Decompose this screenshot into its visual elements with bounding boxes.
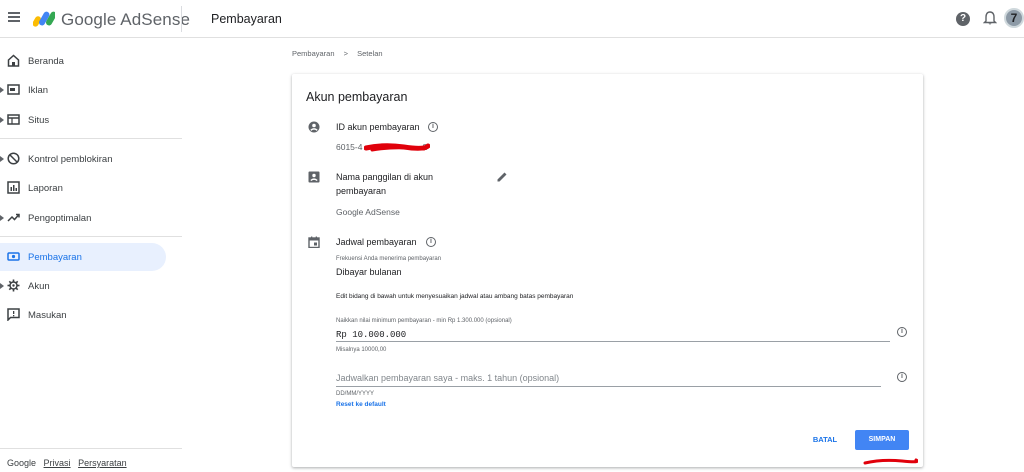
feedback-icon: [7, 308, 20, 321]
ads-icon: [7, 84, 20, 95]
sidebar-item-label: Pengoptimalan: [28, 212, 92, 224]
terms-link[interactable]: Persyaratan: [78, 458, 127, 468]
breadcrumb-separator: >: [343, 49, 349, 58]
schedule-instructions: Edit bidang di bawah untuk menyesuaikan …: [336, 293, 574, 300]
sidebar-item-label: Beranda: [28, 55, 64, 67]
sites-icon: [7, 114, 20, 125]
expand-caret-icon: [0, 156, 4, 162]
sidebar-item-label: Kontrol pemblokiran: [28, 153, 113, 165]
adsense-logo: [33, 11, 55, 27]
sidebar-item-beranda[interactable]: Beranda: [0, 47, 166, 75]
sidebar-item-label: Masukan: [28, 309, 67, 321]
annotation-underline: [863, 458, 918, 465]
sidebar: Beranda Iklan Situs Kontrol pemblokiran …: [0, 38, 182, 472]
account-id-label: ID akun pembayaran: [336, 122, 420, 132]
frequency-value: Dibayar bulanan: [336, 267, 402, 277]
home-icon: [7, 54, 20, 67]
expand-caret-icon: [0, 283, 4, 289]
sidebar-item-kontrol-pemblokiran[interactable]: Kontrol pemblokiran: [0, 145, 166, 173]
footer-google: Google: [7, 458, 37, 468]
nickname-label: Nama panggilan di akun pembayaran: [336, 170, 433, 198]
top-app-bar: Google AdSense Pembayaran ? 7: [0, 0, 1024, 38]
nickname-label-line1: Nama panggilan di akun: [336, 172, 434, 182]
info-icon[interactable]: i: [897, 327, 907, 337]
sidebar-divider: [0, 236, 182, 237]
sidebar-item-label: Laporan: [28, 182, 63, 194]
sidebar-item-situs[interactable]: Situs: [0, 106, 166, 134]
avatar[interactable]: 7: [1004, 8, 1024, 28]
sidebar-item-label: Iklan: [28, 84, 49, 96]
expand-caret-icon: [0, 87, 4, 93]
account-circle-icon: [308, 121, 320, 133]
sidebar-item-akun[interactable]: Akun: [0, 272, 166, 300]
expand-caret-icon: [0, 215, 4, 221]
reports-icon: [7, 181, 20, 194]
sidebar-item-pengoptimalan[interactable]: Pengoptimalan: [0, 204, 166, 232]
sidebar-item-masukan[interactable]: Masukan: [0, 301, 166, 329]
card-title: Akun pembayaran: [306, 90, 408, 104]
nickname-value: Google AdSense: [336, 207, 400, 217]
menu-icon[interactable]: [8, 12, 20, 22]
header-divider: [181, 6, 182, 32]
payments-icon: [7, 252, 20, 261]
sidebar-item-iklan[interactable]: Iklan: [0, 76, 166, 104]
privacy-link[interactable]: Privasi: [44, 458, 71, 468]
bell-icon[interactable]: [983, 11, 997, 26]
pencil-icon[interactable]: [496, 171, 508, 183]
frequency-label: Frekuensi Anda menerima pembayaran: [336, 256, 442, 262]
info-icon[interactable]: i: [428, 122, 438, 132]
optimization-icon: [7, 213, 20, 222]
threshold-hint: Misalnya 10000,00: [336, 347, 387, 353]
info-icon[interactable]: i: [897, 372, 907, 382]
contact-card-icon: [308, 171, 320, 183]
sidebar-footer: Google Privasi Persyaratan: [7, 458, 127, 468]
redaction-scribble: [364, 143, 430, 152]
expand-caret-icon: [0, 117, 4, 123]
sidebar-divider: [0, 448, 182, 449]
sidebar-item-pembayaran[interactable]: Pembayaran: [0, 243, 166, 271]
threshold-input-underline: [336, 341, 890, 342]
block-icon: [7, 152, 20, 165]
page-title: Pembayaran: [211, 12, 282, 26]
sidebar-item-label: Akun: [28, 280, 50, 292]
sidebar-item-laporan[interactable]: Laporan: [0, 174, 166, 202]
cancel-button[interactable]: BATAL: [808, 432, 842, 448]
schedule-date-input[interactable]: Jadwalkan pembayaran saya - maks. 1 tahu…: [336, 373, 559, 383]
breadcrumb: Pembayaran > Setelan: [292, 49, 383, 58]
sidebar-item-label: Pembayaran: [28, 251, 82, 263]
date-input-underline: [336, 386, 881, 387]
schedule-label: Jadwal pembayaran: [336, 237, 417, 247]
calendar-icon: [308, 236, 320, 248]
threshold-label: Naikkan nilai minimum pembayaran - min R…: [336, 318, 512, 324]
date-format-hint: DD/MM/YYYY: [336, 391, 375, 397]
app-name: Google AdSense: [61, 10, 190, 29]
threshold-input[interactable]: Rp 10.000.000: [336, 330, 406, 340]
sidebar-item-label: Situs: [28, 114, 50, 126]
save-button[interactable]: SIMPAN: [855, 430, 909, 450]
gear-icon: [7, 279, 20, 292]
account-id-start: 6015-4: [336, 142, 363, 152]
help-icon[interactable]: ?: [956, 12, 970, 26]
breadcrumb-current: Setelan: [357, 49, 383, 58]
sidebar-divider: [0, 138, 182, 139]
info-icon[interactable]: i: [426, 237, 436, 247]
payment-account-card: Akun pembayaran ID akun pembayaran i 601…: [292, 74, 923, 467]
nickname-label-line2: pembayaran: [336, 186, 387, 196]
reset-default-link[interactable]: Reset ke default: [336, 401, 386, 408]
breadcrumb-parent[interactable]: Pembayaran: [292, 49, 335, 58]
